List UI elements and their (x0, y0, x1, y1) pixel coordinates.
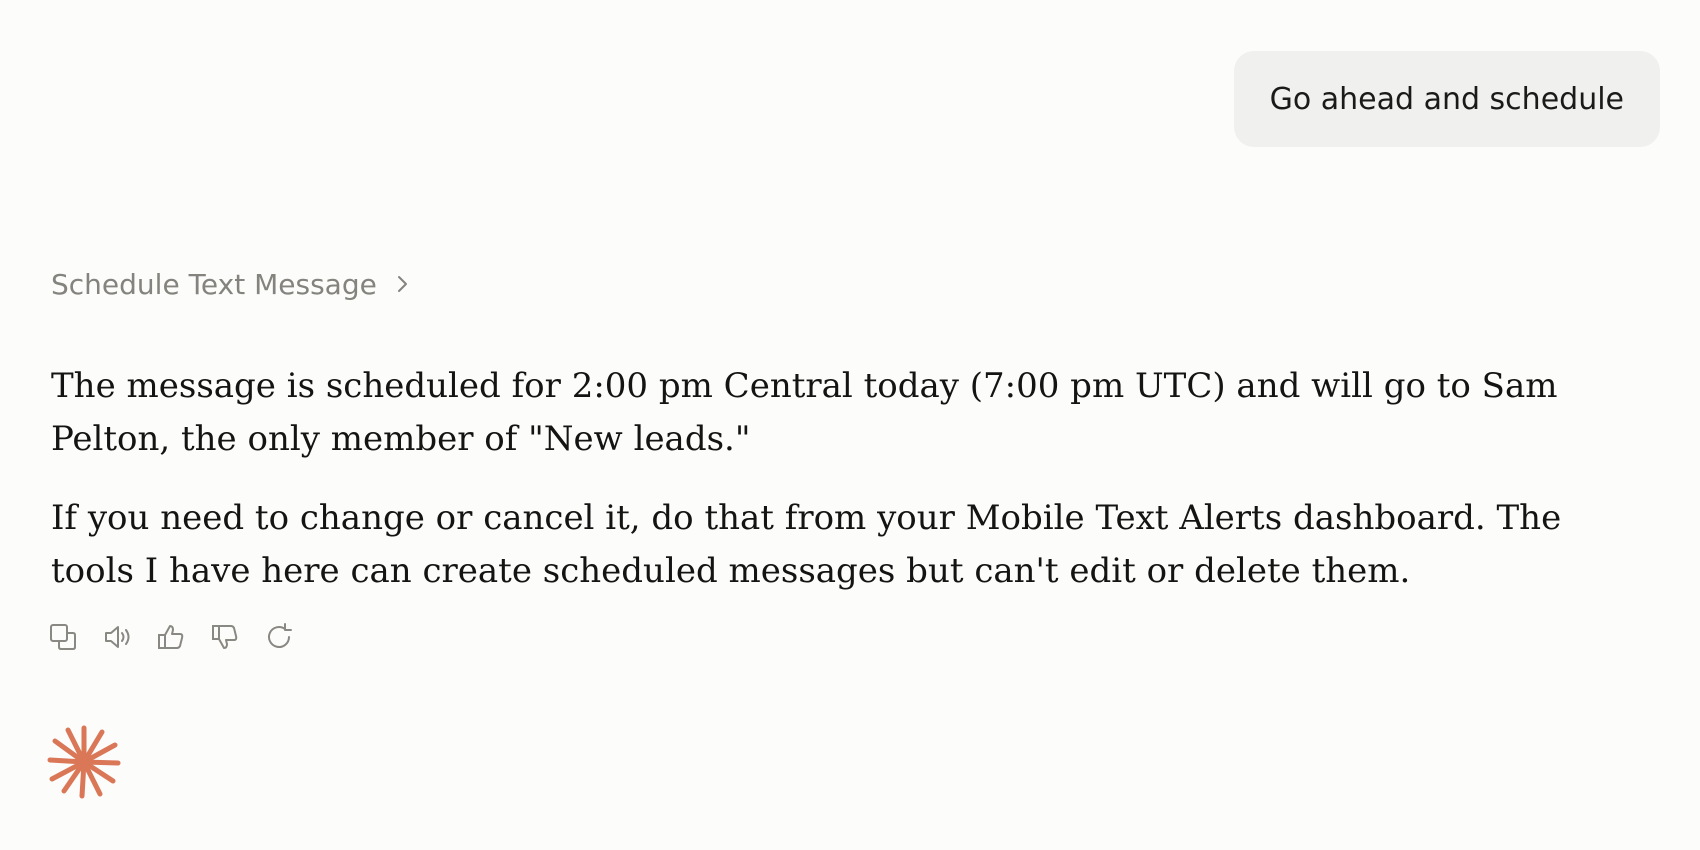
copy-button[interactable] (48, 622, 78, 652)
retry-button[interactable] (264, 622, 294, 652)
retry-icon (268, 623, 292, 648)
thumbs-down-icon (212, 625, 238, 649)
message-actions (48, 622, 294, 652)
tool-call-toggle[interactable]: Schedule Text Message (51, 262, 413, 306)
read-aloud-button[interactable] (102, 622, 132, 652)
tool-call-label: Schedule Text Message (51, 267, 377, 301)
thumbs-down-button[interactable] (210, 622, 240, 652)
claude-spark-icon (47, 725, 121, 799)
copy-icon (50, 624, 76, 650)
user-message-bubble: Go ahead and schedule (1233, 51, 1660, 147)
speaker-icon (105, 626, 130, 648)
thumbs-up-button[interactable] (156, 622, 186, 652)
chevron-right-icon (391, 273, 413, 295)
assistant-response: The message is scheduled for 2:00 pm Cen… (51, 360, 1621, 624)
thumbs-up-icon (158, 625, 184, 649)
user-message-text: Go ahead and schedule (1269, 81, 1624, 117)
response-paragraph: The message is scheduled for 2:00 pm Cen… (51, 366, 1558, 459)
response-paragraph: If you need to change or cancel it, do t… (51, 498, 1562, 591)
